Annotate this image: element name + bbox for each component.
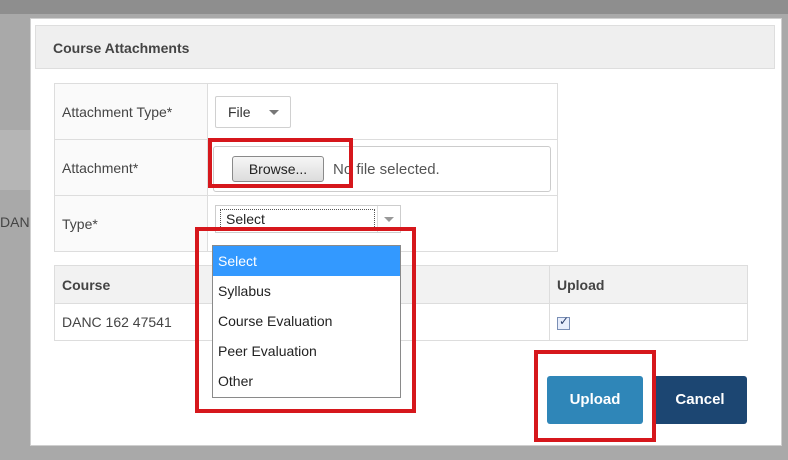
attachment-type-value: File — [228, 104, 251, 120]
backdrop-strip — [0, 0, 788, 14]
column-header-upload: Upload — [549, 265, 748, 304]
check-icon: ✓ — [559, 313, 570, 328]
type-select-value: Select — [226, 211, 265, 227]
modal-title: Course Attachments — [53, 40, 190, 56]
backdrop-text: DAN — [0, 214, 30, 230]
type-label: Type* — [54, 195, 208, 252]
highlight-upload — [534, 350, 656, 442]
attachment-label: Attachment* — [54, 139, 208, 196]
upload-checkbox[interactable]: ✓ — [557, 313, 570, 330]
attachment-type-label: Attachment Type* — [54, 83, 208, 140]
backdrop-row — [0, 130, 30, 190]
chevron-down-icon — [269, 110, 279, 115]
highlight-browse — [208, 138, 353, 188]
cancel-button[interactable]: Cancel — [653, 376, 747, 424]
chevron-down-icon — [384, 217, 394, 222]
modal-header: Course Attachments — [35, 25, 775, 69]
upload-cell: ✓ — [549, 303, 748, 341]
highlight-dropdown — [195, 227, 416, 413]
attachment-type-select[interactable]: File — [215, 96, 291, 128]
